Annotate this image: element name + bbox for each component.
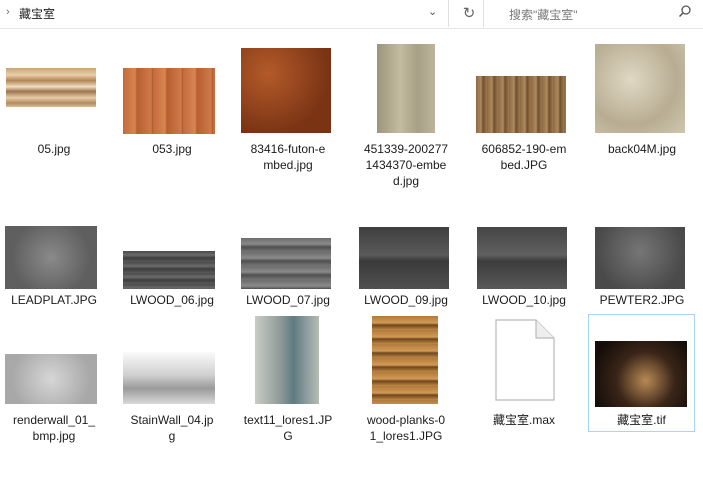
file-item[interactable]: 606852-190-em bed.JPG	[470, 40, 578, 180]
file-name: LWOOD_10.jpg	[482, 293, 566, 307]
breadcrumb-chevron-icon[interactable]: ›	[6, 6, 10, 18]
file-name-line-2: g	[168, 429, 176, 443]
file-name-line-2: bmp.jpg	[32, 429, 76, 443]
file-item[interactable]: StainWall_04.jp g	[118, 312, 226, 452]
file-name-line-2: mbed.jpg	[263, 158, 313, 172]
file-name: wood-planks-0	[366, 413, 446, 427]
file-item[interactable]: LWOOD_07.jpg	[234, 220, 342, 310]
file-thumbnail	[372, 316, 438, 404]
file-item[interactable]: 053.jpg	[118, 40, 226, 170]
file-item[interactable]: LWOOD_10.jpg	[470, 220, 578, 310]
file-name: 606852-190-em	[481, 142, 567, 156]
file-thumbnail	[476, 76, 566, 133]
chevron-down-icon[interactable]: ⌄	[428, 5, 437, 18]
file-name-line-2: 1434370-embe	[365, 158, 447, 172]
file-item[interactable]: LEADPLAT.JPG	[0, 220, 108, 310]
file-thumbnail	[255, 316, 319, 404]
file-name: PEWTER2.JPG	[599, 293, 685, 307]
file-name: LWOOD_09.jpg	[364, 293, 448, 307]
file-thumbnail	[6, 68, 96, 107]
file-name: renderwall_01_	[12, 413, 96, 427]
file-name: 藏宝室.tif	[617, 413, 666, 427]
file-thumbnail	[377, 44, 435, 133]
document-icon	[495, 319, 555, 401]
file-item[interactable]: back04M.jpg	[588, 40, 696, 170]
file-item[interactable]: renderwall_01_ bmp.jpg	[0, 312, 108, 452]
file-item-selected[interactable]: 藏宝室.tif	[588, 314, 695, 432]
file-thumbnail	[123, 251, 215, 289]
file-thumbnail	[241, 48, 331, 133]
file-thumbnail	[595, 341, 687, 407]
file-thumbnail	[595, 44, 685, 133]
file-item[interactable]: LWOOD_06.jpg	[118, 220, 226, 310]
file-item[interactable]: text11_lores1.JP G	[234, 312, 342, 452]
file-thumbnail	[241, 238, 331, 289]
file-thumbnail	[477, 227, 567, 289]
file-thumbnail	[359, 227, 449, 289]
file-item[interactable]: 83416-futon-e mbed.jpg	[234, 40, 342, 180]
file-thumbnail	[123, 68, 215, 134]
search-icon[interactable]	[678, 4, 692, 18]
file-item[interactable]: 05.jpg	[0, 40, 108, 170]
file-name: LWOOD_07.jpg	[246, 293, 330, 307]
file-thumbnail	[5, 354, 97, 404]
file-name: 05.jpg	[37, 142, 71, 156]
file-name-line-3: d.jpg	[392, 174, 420, 188]
file-name: LEADPLAT.JPG	[11, 293, 97, 307]
file-name-line-2: 1_lores1.JPG	[369, 429, 443, 443]
file-name: 藏宝室.max	[492, 413, 555, 427]
file-thumbnail	[595, 227, 685, 289]
file-name-line-2: G	[283, 429, 293, 443]
file-name: 053.jpg	[152, 142, 192, 156]
file-name: text11_lores1.JP	[243, 413, 333, 427]
file-thumbnail	[5, 226, 97, 289]
refresh-icon[interactable]: ↻	[455, 0, 484, 27]
file-item[interactable]: LWOOD_09.jpg	[352, 220, 460, 310]
file-thumbnail	[123, 352, 215, 404]
explorer-toolbar: › 藏宝室 ⌄ ↻ 搜索"藏宝室"	[0, 0, 703, 29]
file-name: back04M.jpg	[607, 142, 677, 156]
file-item[interactable]: wood-planks-0 1_lores1.JPG	[352, 312, 460, 452]
search-input[interactable]: 搜索"藏宝室"	[509, 6, 578, 23]
breadcrumb-current-folder[interactable]: 藏宝室	[19, 5, 55, 22]
file-name: LWOOD_06.jpg	[130, 293, 214, 307]
address-bar[interactable]: › 藏宝室 ⌄	[0, 0, 449, 27]
file-item[interactable]: PEWTER2.JPG	[588, 220, 696, 310]
file-name: 83416-futon-e	[250, 142, 326, 156]
file-name: StainWall_04.jp	[130, 413, 214, 427]
file-item[interactable]: 451339-200277 1434370-embe d.jpg	[352, 40, 460, 190]
file-name: 451339-200277	[363, 142, 449, 156]
search-box[interactable]: 搜索"藏宝室"	[497, 0, 702, 27]
file-item[interactable]: 藏宝室.max	[470, 312, 578, 452]
file-name-line-2: bed.JPG	[500, 158, 548, 172]
